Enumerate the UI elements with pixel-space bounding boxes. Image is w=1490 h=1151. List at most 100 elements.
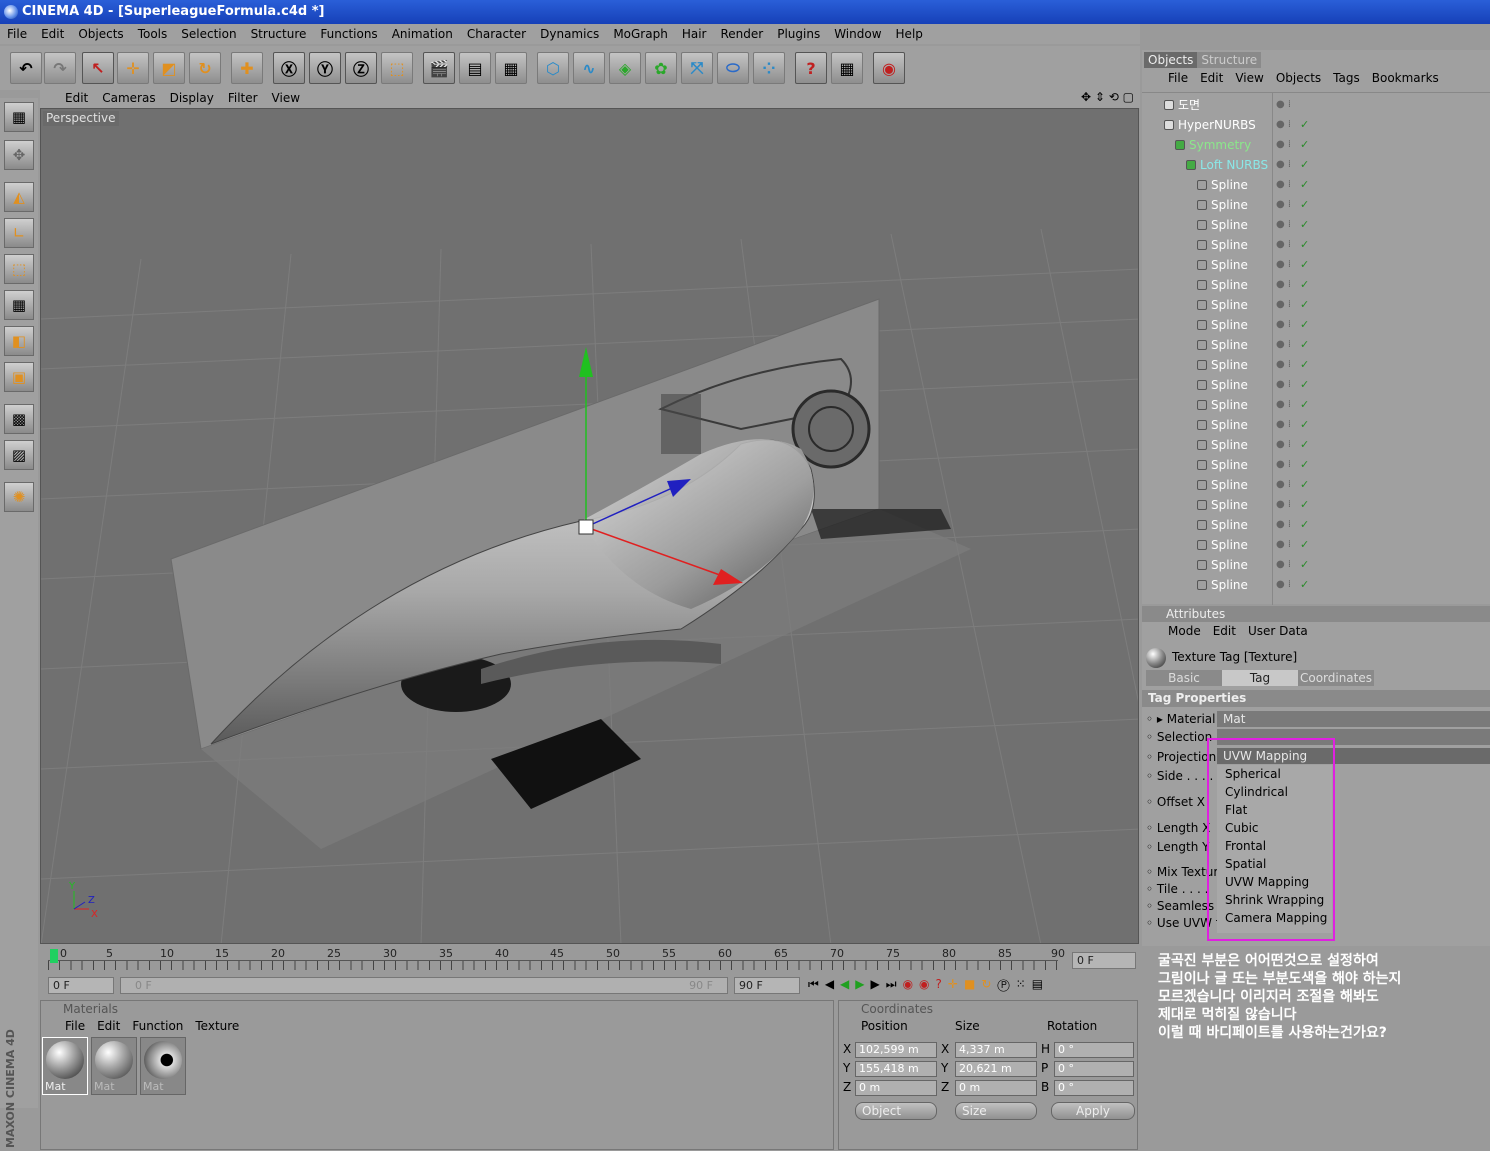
edges-mode-icon[interactable]: ▦ (4, 290, 34, 320)
viewport-menu-display[interactable]: Display (163, 88, 221, 108)
deformer-icon[interactable]: ⤧ (681, 52, 713, 84)
attributes-menu-mode[interactable]: Mode (1162, 622, 1207, 640)
render-picture-viewer-icon[interactable]: ▤ (459, 52, 491, 84)
autokey-icon[interactable]: ◉ (919, 977, 935, 991)
visibility-dots-icon[interactable]: ● ⁞ (1276, 255, 1291, 275)
object-row[interactable]: Loft NURBS ● ⁞ ✓ (1142, 155, 1490, 175)
spline-pen-icon[interactable]: ∿ (573, 52, 605, 84)
size-y-field[interactable]: 20,621 m (955, 1061, 1037, 1077)
layout-manager-icon[interactable]: ▦ (831, 52, 863, 84)
menu-file[interactable]: File (0, 24, 34, 44)
visibility-dots-icon[interactable]: ● ⁞ (1276, 155, 1291, 175)
position-x-field[interactable]: 102,599 m (855, 1042, 937, 1058)
rotation-b-field[interactable]: 0 ° (1054, 1080, 1134, 1096)
enabled-check-icon[interactable]: ✓ (1300, 235, 1309, 255)
viewport-menu-cameras[interactable]: Cameras (95, 88, 162, 108)
menu-plugins[interactable]: Plugins (770, 24, 827, 44)
play-forward-icon[interactable]: ▶ (855, 977, 870, 991)
visibility-dots-icon[interactable]: ● ⁞ (1276, 555, 1291, 575)
enabled-check-icon[interactable]: ✓ (1300, 455, 1309, 475)
visibility-dots-icon[interactable]: ● ⁞ (1276, 295, 1291, 315)
render-settings-icon[interactable]: ▦ (495, 52, 527, 84)
position-y-field[interactable]: 155,418 m (855, 1061, 937, 1077)
key-scale-icon[interactable]: ■ (964, 977, 981, 991)
enabled-check-icon[interactable]: ✓ (1300, 255, 1309, 275)
visibility-dots-icon[interactable]: ● ⁞ (1276, 435, 1291, 455)
browser-globe-icon[interactable]: ◉ (873, 52, 905, 84)
timeline-settings-icon[interactable]: ▤ (1032, 977, 1049, 991)
enabled-check-icon[interactable]: ✓ (1300, 515, 1309, 535)
object-row[interactable]: HyperNURBS ● ⁞ ✓ (1142, 115, 1490, 135)
object-row[interactable]: Spline ● ⁞ ✓ (1142, 355, 1490, 375)
live-selection-icon[interactable]: ↖ (82, 52, 114, 84)
object-row[interactable]: Spline ● ⁞ ✓ (1142, 475, 1490, 495)
object-mode-icon[interactable]: ◭ (4, 182, 34, 212)
materials-menu-edit[interactable]: Edit (91, 1017, 126, 1035)
help-pointer-icon[interactable]: ? (795, 52, 827, 84)
3d-viewport[interactable]: Perspective Y Z X (40, 108, 1139, 944)
column-divider[interactable] (1272, 93, 1273, 605)
scene-floor-icon[interactable]: ⬭ (717, 52, 749, 84)
points-mode-icon[interactable]: ⬚ (4, 254, 34, 284)
object-row[interactable]: Spline ● ⁞ ✓ (1142, 415, 1490, 435)
scale-icon[interactable]: ◩ (153, 52, 185, 84)
y-axis-lock-icon[interactable]: Ⓨ (309, 52, 341, 84)
size-z-field[interactable]: 0 m (955, 1080, 1037, 1096)
undo-icon[interactable]: ↶ (10, 52, 42, 84)
visibility-dots-icon[interactable]: ● ⁞ (1276, 135, 1291, 155)
object-row[interactable]: Spline ● ⁞ ✓ (1142, 315, 1490, 335)
move-tool-icon[interactable]: ✚ (231, 52, 263, 84)
enabled-check-icon[interactable]: ✓ (1300, 335, 1309, 355)
visibility-dots-icon[interactable]: ● ⁞ (1276, 515, 1291, 535)
go-to-end-icon[interactable]: ⏭ (886, 977, 903, 991)
object-row[interactable]: Spline ● ⁞ ✓ (1142, 275, 1490, 295)
enabled-check-icon[interactable]: ✓ (1300, 435, 1309, 455)
redo-icon[interactable]: ↷ (44, 52, 76, 84)
coordinate-system-icon[interactable]: ⬚ (381, 52, 413, 84)
object-row[interactable]: Spline ● ⁞ ✓ (1142, 215, 1490, 235)
enabled-check-icon[interactable]: ✓ (1300, 195, 1309, 215)
enabled-check-icon[interactable]: ✓ (1300, 115, 1309, 135)
material-swatch[interactable]: Mat (42, 1037, 88, 1095)
step-forward-icon[interactable]: ▶ (871, 977, 886, 991)
material-link-field[interactable]: Mat (1217, 711, 1490, 727)
objects-menu-bookmarks[interactable]: Bookmarks (1366, 69, 1445, 87)
visibility-dots-icon[interactable]: ● ⁞ (1276, 95, 1291, 115)
materials-menu-file[interactable]: File (59, 1017, 91, 1035)
visibility-dots-icon[interactable]: ● ⁞ (1276, 355, 1291, 375)
viewport-menu-filter[interactable]: Filter (221, 88, 265, 108)
menu-objects[interactable]: Objects (71, 24, 130, 44)
tab-basic[interactable]: Basic (1146, 670, 1222, 686)
objects-menu-file[interactable]: File (1162, 69, 1194, 87)
enabled-check-icon[interactable]: ✓ (1300, 275, 1309, 295)
model-mode-icon[interactable]: ▣ (4, 362, 34, 392)
object-row[interactable]: Spline ● ⁞ ✓ (1142, 235, 1490, 255)
texture-axis-icon[interactable]: ▨ (4, 440, 34, 470)
render-view-icon[interactable]: 🎬 (423, 52, 455, 84)
enabled-check-icon[interactable]: ✓ (1300, 215, 1309, 235)
coordinate-mode-select[interactable]: Object (855, 1102, 937, 1120)
object-row[interactable]: Spline ● ⁞ ✓ (1142, 395, 1490, 415)
x-axis-lock-icon[interactable]: Ⓧ (273, 52, 305, 84)
materials-menu-texture[interactable]: Texture (189, 1017, 245, 1035)
end-frame-field[interactable]: 90 F (734, 977, 800, 994)
keyframe-help-icon[interactable]: ? (936, 977, 948, 991)
tab-objects[interactable]: Objects (1144, 52, 1198, 68)
enabled-check-icon[interactable]: ✓ (1300, 495, 1309, 515)
visibility-dots-icon[interactable]: ● ⁞ (1276, 335, 1291, 355)
axis-mode-icon[interactable]: ∟ (4, 218, 34, 248)
rotation-h-field[interactable]: 0 ° (1054, 1042, 1134, 1058)
start-frame-field[interactable]: 0 F (48, 977, 114, 994)
polygons-mode-icon[interactable]: ◧ (4, 326, 34, 356)
menu-window[interactable]: Window (827, 24, 888, 44)
size-x-field[interactable]: 4,337 m (955, 1042, 1037, 1058)
menu-animation[interactable]: Animation (385, 24, 460, 44)
visibility-dots-icon[interactable]: ● ⁞ (1276, 575, 1291, 595)
cube-icon[interactable]: ⬡ (537, 52, 569, 84)
go-to-start-icon[interactable]: ⏮ (808, 977, 825, 991)
viewport-navigation-icons[interactable]: ✥ ⇕ ⟲ ▢ (1081, 90, 1134, 104)
visibility-dots-icon[interactable]: ● ⁞ (1276, 315, 1291, 335)
apply-button[interactable]: Apply (1051, 1102, 1135, 1120)
layout-icon[interactable]: ▦ (4, 102, 34, 132)
object-row[interactable]: Symmetry ● ⁞ ✓ (1142, 135, 1490, 155)
